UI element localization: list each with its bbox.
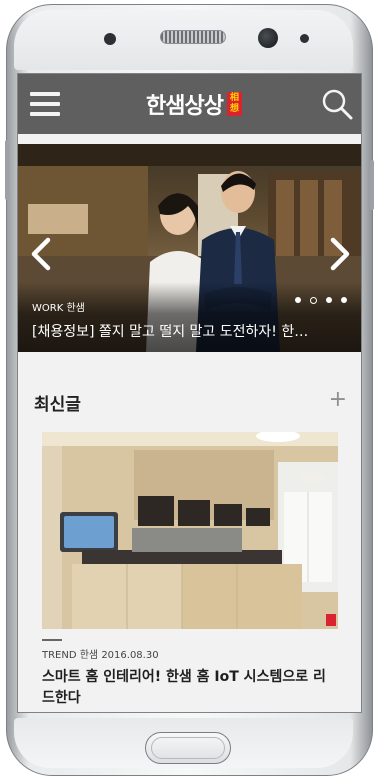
logo-seal-icon: 相 想 xyxy=(226,92,242,116)
pagination-dot[interactable] xyxy=(326,297,332,303)
proximity-sensor-icon xyxy=(300,34,309,43)
post-title-link[interactable]: 스마트 홈 인테리어! 한샘 홈 IoT 시스템으로 리드한다 xyxy=(42,667,338,709)
post-card[interactable]: TREND 한샘 2016.08.30 스마트 홈 인테리어! 한샘 홈 IoT… xyxy=(42,432,338,709)
app-header: 한샘상상 相 想 xyxy=(18,74,361,134)
search-icon[interactable] xyxy=(321,88,353,120)
section-title: 최신글 xyxy=(34,395,81,415)
chevron-left-icon[interactable] xyxy=(26,234,56,274)
plus-icon[interactable]: + xyxy=(329,387,347,412)
pagination-dot[interactable] xyxy=(341,297,347,303)
sensor-icon xyxy=(258,28,278,48)
hero-carousel[interactable]: WORK 한샘 [채용정보] 쫄지 말고 떨지 말고 도전하자! 한… xyxy=(18,144,361,352)
home-button[interactable] xyxy=(145,732,231,764)
post-meta: TREND 한샘 2016.08.30 xyxy=(42,650,159,661)
post-thumbnail[interactable] xyxy=(42,432,338,629)
earpiece-speaker xyxy=(160,30,226,44)
app-logo[interactable]: 한샘상상 相 想 xyxy=(146,88,242,120)
power-key xyxy=(370,160,374,210)
latest-posts-header: 최신글 + xyxy=(18,372,361,432)
logo-text: 한샘상상 xyxy=(146,94,224,119)
hero-caption-overlay xyxy=(18,282,361,352)
carousel-pagination xyxy=(295,297,347,304)
chevron-right-icon[interactable] xyxy=(325,234,355,274)
pagination-dot-active[interactable] xyxy=(310,297,317,304)
pagination-dot[interactable] xyxy=(295,297,301,303)
meta-divider xyxy=(42,639,62,641)
hero-title-link[interactable]: [채용정보] 쫄지 말고 떨지 말고 도전하자! 한… xyxy=(32,321,350,341)
volume-key xyxy=(5,140,9,200)
app-screen: 한샘상상 相 想 WORK 한샘 [채용정보] 쫄지 말고 떨지 말고 도전하자… xyxy=(17,73,362,713)
home-button-inner xyxy=(151,737,225,759)
hero-category-tag: WORK 한샘 xyxy=(32,303,85,314)
hamburger-menu-icon[interactable] xyxy=(30,92,60,116)
front-camera-icon xyxy=(104,33,116,45)
